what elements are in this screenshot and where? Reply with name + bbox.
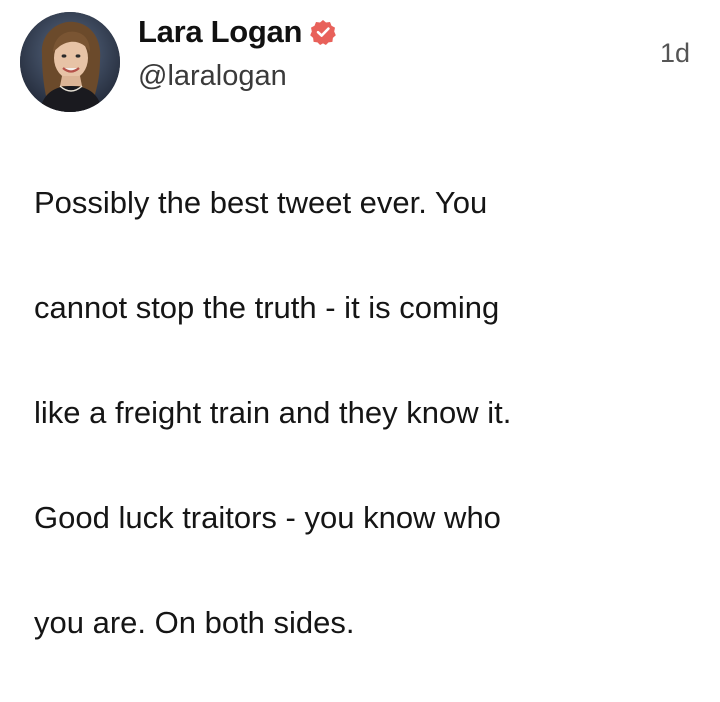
profile-avatar[interactable] xyxy=(20,12,120,112)
author-display-name[interactable]: Lara Logan xyxy=(138,14,302,50)
tweet-body-line: Good luck traitors - you know who xyxy=(34,499,501,535)
tweet-body-line: Possibly the best tweet ever. You xyxy=(34,184,488,220)
tweet-body: Possibly the best tweet ever. You cannot… xyxy=(34,124,694,702)
tweet-body-line: cannot stop the truth - it is coming xyxy=(34,289,500,325)
tweet-card[interactable]: Lara Logan @laralogan 1d Possibly the be… xyxy=(0,0,720,640)
tweet-body-line: like a freight train and they know it. xyxy=(34,394,512,430)
author-handle[interactable]: @laralogan xyxy=(138,60,287,93)
verified-badge-icon xyxy=(310,19,336,45)
tweet-timestamp[interactable]: 1d xyxy=(660,38,690,69)
author-name-row: Lara Logan xyxy=(138,14,336,50)
avatar-image xyxy=(20,12,120,112)
tweet-body-line: you are. On both sides. xyxy=(34,604,355,640)
